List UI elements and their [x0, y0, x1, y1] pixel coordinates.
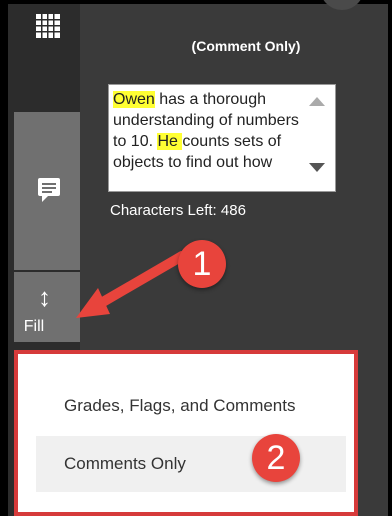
- fill-button[interactable]: ↕ Fill: [14, 272, 80, 342]
- callout-badge-1: 1: [178, 240, 226, 288]
- comment-bubble-icon: [38, 178, 60, 202]
- frame-left: [0, 0, 8, 516]
- scroll-down-icon[interactable]: [309, 163, 325, 172]
- frame-right: [388, 0, 392, 516]
- menu-item-label: Grades, Flags, and Comments: [64, 396, 296, 415]
- callout-badge-2: 2: [252, 434, 300, 482]
- grid-icon[interactable]: [36, 14, 60, 43]
- fill-menu: Grades, Flags, and Comments Comments Onl…: [14, 350, 358, 516]
- vertical-arrows-icon: ↕: [38, 282, 51, 312]
- menu-item-grades-flags-comments[interactable]: Grades, Flags, and Comments: [36, 378, 346, 434]
- highlight-pronoun: He: [157, 133, 183, 150]
- comment-text: Owen has a thorough understanding of num…: [113, 89, 299, 173]
- scroll-up-icon[interactable]: [309, 97, 325, 106]
- comment-textarea[interactable]: Owen has a thorough understanding of num…: [108, 84, 336, 192]
- comment-tab[interactable]: [14, 112, 80, 270]
- fill-label: Fill: [23, 318, 45, 335]
- characters-left: Characters Left: 486: [110, 202, 246, 219]
- mode-label: (Comment Only): [191, 38, 301, 54]
- menu-item-comments-only[interactable]: Comments Only: [36, 436, 346, 492]
- menu-item-label: Comments Only: [64, 454, 186, 473]
- highlight-name: Owen: [113, 91, 155, 108]
